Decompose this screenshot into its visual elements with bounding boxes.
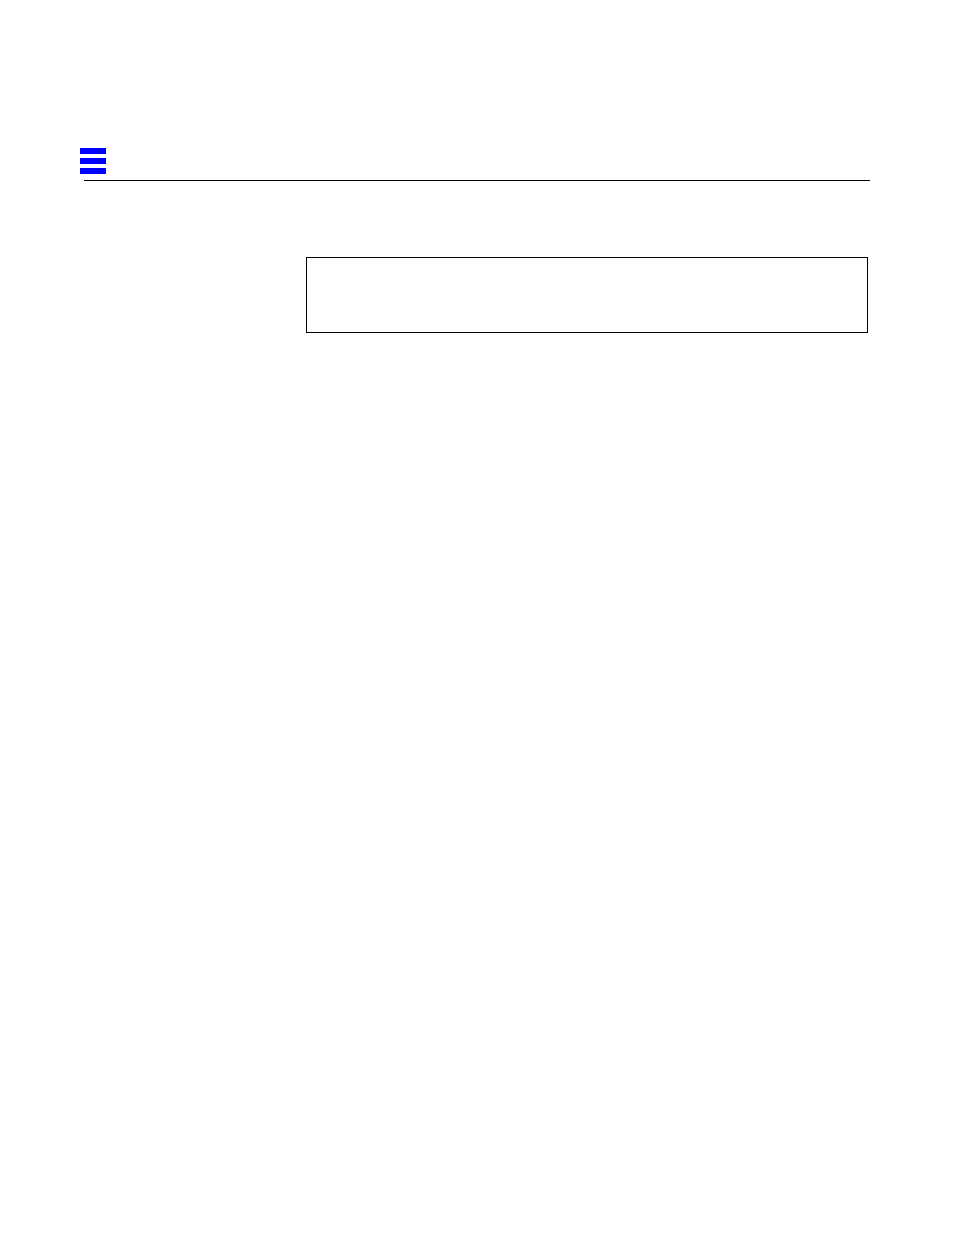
page-header [84,148,870,181]
content-area [306,257,870,333]
menu-icon [80,148,106,174]
content-box [306,257,868,333]
document-page [0,0,954,333]
